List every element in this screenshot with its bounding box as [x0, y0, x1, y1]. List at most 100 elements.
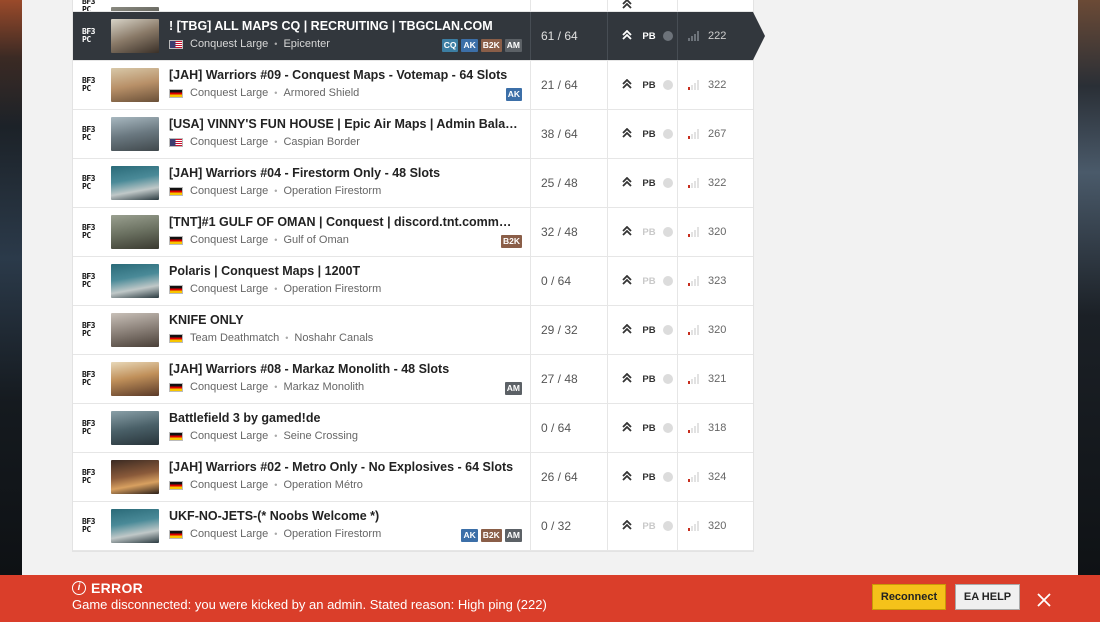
separator-dot: •	[274, 235, 278, 245]
server-details: Team Deathmatch • Noshahr Canals	[169, 331, 530, 345]
server-row[interactable]: BF3 PC Polaris | Conquest Maps | 1200T Conq…	[73, 257, 753, 306]
hardcore-skull-icon	[660, 421, 676, 435]
flag-icon	[169, 39, 183, 49]
server-details: Conquest Large • Armored Shield	[169, 86, 530, 100]
server-flags: PB	[607, 12, 677, 60]
hardcore-skull-icon	[660, 519, 676, 533]
expansion-tags: AK B2K AM	[461, 529, 522, 542]
hardcore-skull-icon	[660, 78, 676, 92]
server-row[interactable]: BF3 PC [JAH] Warriors #04 - Firestorm Only…	[73, 159, 753, 208]
ping-value: 320	[708, 226, 727, 238]
ping-value: 267	[708, 128, 727, 140]
separator-dot: •	[274, 39, 278, 49]
server-flags: PB	[607, 453, 677, 501]
server-name: [JAH] Warriors #09 - Conquest Maps - Vot…	[169, 68, 508, 82]
map-thumbnail	[111, 215, 159, 249]
ping-value: 323	[708, 275, 727, 287]
platform-cell: BF3 PC	[73, 0, 111, 11]
rank-chevron-icon	[616, 519, 638, 533]
expansion-tag: CQ	[441, 39, 459, 52]
expansion-tags: B2K	[500, 235, 522, 248]
game-mode: Conquest Large	[190, 38, 269, 50]
flag-icon	[169, 137, 183, 147]
server-flags: PB	[607, 110, 677, 158]
server-row[interactable]: BF3 PC KNIFE ONLY Team Deathmatch • Noshahr C…	[73, 306, 753, 355]
separator-dot: •	[274, 186, 278, 196]
separator-dot: •	[274, 137, 278, 147]
game-mode: Conquest Large	[190, 479, 269, 491]
reconnect-button[interactable]: Reconnect	[872, 584, 946, 610]
close-icon[interactable]	[1035, 591, 1053, 609]
signal-bars-icon	[688, 31, 702, 41]
server-info: Polaris | Conquest Maps | 1200T Conquest …	[159, 257, 530, 305]
platform-badge: BF3 PC	[82, 518, 102, 534]
server-name: ! [TBG] ALL MAPS CQ | RECRUITING | TBGCL…	[169, 19, 493, 33]
background-art-right	[1078, 0, 1100, 575]
server-flags: PB	[607, 159, 677, 207]
ping-cell: 222	[677, 12, 750, 60]
platform-badge: BF3 PC	[82, 77, 102, 93]
server-row[interactable]: BF3 PC UKF-NO-JETS-(* Noobs Welcome *) Conq…	[73, 502, 753, 551]
punkbuster-label: PB	[642, 177, 656, 189]
flag-icon	[169, 529, 183, 539]
ping-cell: 320	[677, 502, 750, 550]
server-info: [TNT]#1 GULF OF OMAN | Conquest | discor…	[159, 208, 530, 256]
platform-badge: BF3 PC	[82, 175, 102, 191]
server-details: Conquest Large • Markaz Monolith	[169, 380, 530, 394]
server-row[interactable]: BF3 PC [JAH] Warriors #09 - Conquest Maps …	[73, 61, 753, 110]
server-row[interactable]: BF3 PC [JAH] Warriors #08 - Markaz Monolit…	[73, 355, 753, 404]
platform-system: PC	[82, 329, 91, 338]
server-list: BF3PCTeam Deathmatch•Noshahr CanalsBF3PC…	[72, 0, 765, 552]
game-mode: Conquest Large	[190, 136, 269, 148]
map-name: Noshahr Canals	[294, 332, 374, 344]
map-name: Seine Crossing	[283, 430, 359, 442]
server-flags: PB	[607, 404, 677, 452]
map-name: Gulf of Oman	[283, 234, 349, 246]
server-row[interactable]: BF3 PC [JAH] Warriors #02 - Metro Only - N…	[73, 453, 753, 502]
player-count: 27 / 48	[530, 355, 607, 403]
ping-value: 324	[708, 471, 727, 483]
server-flags: PB	[607, 208, 677, 256]
hardcore-skull-icon	[660, 274, 676, 288]
server-details: Conquest Large • Gulf of Oman	[169, 233, 530, 247]
selected-arrow	[753, 12, 765, 60]
map-thumbnail	[111, 313, 159, 347]
server-row[interactable]: BF3 PC ! [TBG] ALL MAPS CQ | RECRUITING | …	[73, 12, 765, 61]
platform-cell: BF3 PC	[73, 502, 111, 550]
server-row[interactable]: BF3 PC Battlefield 3 by gamed!de Conquest L…	[73, 404, 753, 453]
platform-badge: BF3 PC	[82, 371, 102, 387]
error-title: ERROR	[91, 580, 144, 596]
platform-system: PC	[82, 378, 91, 387]
flag-icon	[169, 88, 183, 98]
platform-cell: BF3 PC	[73, 61, 111, 109]
ping-cell: 318	[677, 404, 750, 452]
server-row[interactable]: BF3 PC [USA] VINNY'S FUN HOUSE | Epic Air …	[73, 110, 753, 159]
server-row[interactable]: BF3PC Team Deathmatch•Noshahr Canals	[73, 0, 753, 12]
separator-dot: •	[274, 480, 278, 490]
rank-chevron-icon	[616, 127, 638, 141]
expansion-tag: AM	[504, 529, 522, 542]
server-details: Conquest Large • Operation Firestorm	[169, 282, 530, 296]
rank-chevron-icon	[616, 78, 638, 92]
hardcore-skull-icon	[660, 225, 676, 239]
signal-bars-icon	[688, 374, 702, 384]
ping-cell: 320	[677, 306, 750, 354]
platform-system: PC	[82, 133, 91, 142]
platform-badge: BF3 PC	[82, 322, 102, 338]
platform-cell: BF3 PC	[73, 208, 111, 256]
game-mode: Conquest Large	[190, 185, 269, 197]
player-count: 29 / 32	[530, 306, 607, 354]
server-name: UKF-NO-JETS-(* Noobs Welcome *)	[169, 509, 380, 523]
server-flags	[607, 0, 677, 11]
server-info: [JAH] Warriors #04 - Firestorm Only - 48…	[159, 159, 530, 207]
platform-system: PC	[82, 231, 91, 240]
punkbuster-label: PB	[642, 422, 656, 434]
signal-bars-icon	[688, 276, 702, 286]
expansion-tag: B2K	[480, 529, 502, 542]
ea-help-button[interactable]: EA HELP	[955, 584, 1020, 610]
ping-value: 320	[708, 324, 727, 336]
server-name: Polaris | Conquest Maps | 1200T	[169, 264, 361, 278]
server-row[interactable]: BF3 PC [TNT]#1 GULF OF OMAN | Conquest | d…	[73, 208, 753, 257]
player-count: 0 / 32	[530, 502, 607, 550]
server-name: Battlefield 3 by gamed!de	[169, 411, 321, 425]
